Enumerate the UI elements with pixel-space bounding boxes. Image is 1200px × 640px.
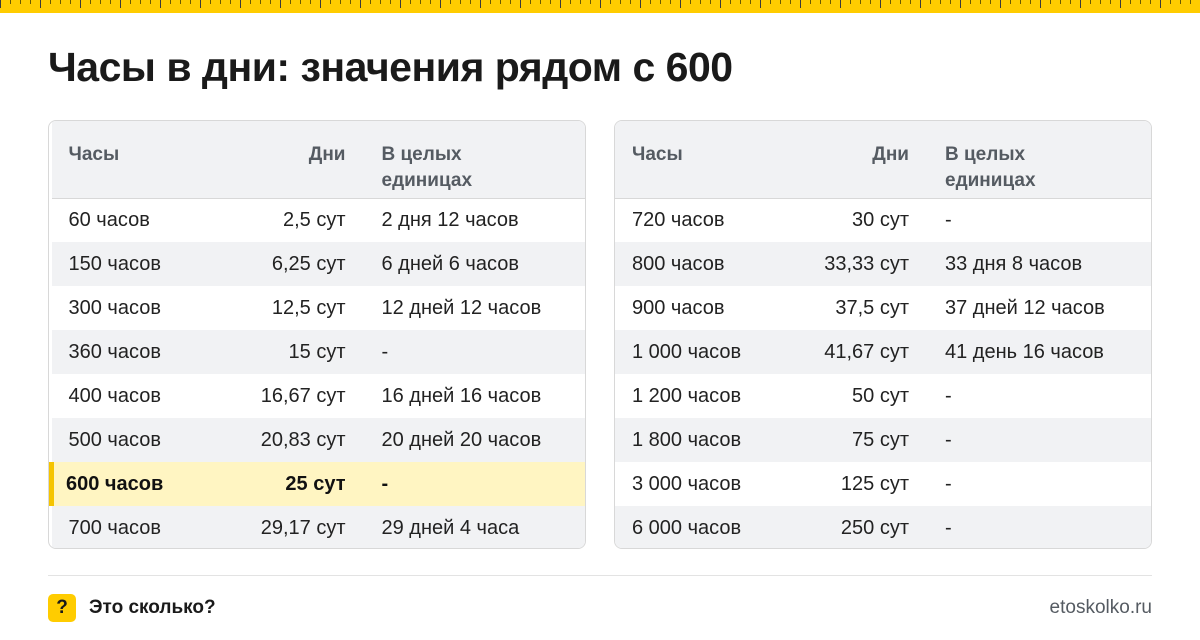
cell-hours: 700 часов [68, 516, 161, 539]
cell-whole: 29 дней 4 часа [381, 516, 520, 539]
column-header-whole: В целых единицах [346, 121, 586, 198]
cell-days: 15 сут [288, 340, 346, 363]
table-row: 300 часов 12,5 сут 12 дней 12 часов [52, 286, 586, 330]
column-header-whole-line2: единицах [381, 170, 473, 191]
footer-divider [48, 575, 1152, 576]
cell-days: 37,5 сут [835, 296, 909, 319]
cell-days: 33,33 сут [824, 252, 909, 275]
cell-whole: - [381, 472, 389, 495]
cell-hours: 300 часов [68, 296, 161, 319]
column-header-hours: Часы [632, 144, 683, 165]
cell-whole: 12 дней 12 часов [381, 296, 542, 319]
cell-whole: 41 день 16 часов [945, 340, 1104, 363]
site-link[interactable]: etoskolko.ru [1050, 597, 1152, 619]
cell-hours: 720 часов [632, 208, 725, 231]
cell-whole: - [945, 208, 952, 231]
table: Часы Дни В целых единицах 720 часов 30 су… [615, 121, 1151, 548]
cell-hours: 600 часов [49, 462, 222, 506]
table-row: 150 часов 6,25 сут 6 дней 6 часов [51, 242, 585, 286]
cell-whole: 33 дня 8 часов [945, 252, 1083, 275]
cell-days: 2,5 сут [282, 208, 346, 231]
cell-whole: 37 дней 12 часов [945, 296, 1105, 319]
column-header-hours: Часы [68, 144, 120, 165]
cell-days: 250 сут [840, 516, 909, 539]
page-title: Часы в дни: значения рядом с 600 [48, 44, 733, 90]
cell-days: 25 сут [285, 472, 346, 495]
table-row-highlighted: 600 часов 25 сут - [49, 462, 585, 506]
cell-hours: 400 часов [68, 384, 161, 407]
table-row: 1 200 часов 50 сут - [615, 374, 1151, 418]
cell-whole: 20 дней 20 часов [381, 428, 542, 451]
cell-days: 29,17 сут [260, 516, 346, 539]
cell-days: 50 сут [852, 384, 909, 407]
question-badge-icon: ? [48, 594, 76, 622]
cell-whole: - [381, 340, 389, 363]
cell-whole: - [945, 384, 952, 407]
cell-days: 16,67 сут [260, 384, 346, 407]
table-row: 400 часов 16,67 сут 16 дней 16 часов [52, 374, 586, 418]
ruler-decoration [0, 0, 1200, 13]
table-row: 700 часов 29,17 сут 29 дней 4 часа [51, 506, 585, 548]
column-header-days: Дни [872, 144, 909, 165]
cell-hours: 800 часов [632, 252, 725, 275]
table-row: 60 часов 2,5 сут 2 дня 12 часов [52, 198, 586, 242]
cell-days: 12,5 сут [271, 296, 346, 319]
cell-days: 41,67 сут [824, 340, 909, 363]
table-header-row: Часы Дни В целых единицах [51, 121, 586, 198]
table-row: 3 000 часов 125 сут - [615, 462, 1151, 506]
cell-whole: 6 дней 6 часов [381, 252, 519, 275]
table-row: 1 800 часов 75 сут - [615, 418, 1151, 462]
column-header-whole-line1: В целых [945, 144, 1026, 165]
cell-days: 6,25 сут [271, 252, 346, 275]
table: Часы Дни В целых единицах 60 часов 2,5 су… [49, 121, 586, 548]
cell-days: 75 сут [852, 428, 909, 451]
cell-days: 20,83 сут [260, 428, 346, 451]
cell-hours: 3 000 часов [632, 472, 742, 495]
table-row: 800 часов 33,33 сут 33 дня 8 часов [615, 242, 1151, 286]
cell-whole: 16 дней 16 часов [381, 384, 542, 407]
cell-days: 125 сут [840, 472, 909, 495]
cell-hours: 1 000 часов [632, 340, 742, 363]
cell-whole: - [945, 428, 952, 451]
column-header-whole: В целых единицах [909, 121, 1151, 198]
table-row: 6 000 часов 250 сут - [615, 506, 1151, 548]
cell-days: 30 сут [852, 208, 909, 231]
cell-hours: 1 800 часов [632, 428, 742, 451]
table-row: 1 000 часов 41,67 сут 41 день 16 часов [615, 330, 1151, 374]
table-row: 900 часов 37,5 сут 37 дней 12 часов [615, 286, 1151, 330]
column-header-days: Дни [308, 144, 346, 165]
cell-whole: - [945, 472, 952, 495]
table-row: 720 часов 30 сут - [615, 198, 1151, 242]
cell-hours: 150 часов [68, 252, 161, 275]
cell-hours: 500 часов [68, 428, 161, 451]
column-header-whole-line1: В целых [381, 144, 462, 165]
column-header-whole-line2: единицах [945, 170, 1036, 191]
brand-label: Это сколько? [89, 597, 216, 618]
cell-hours: 900 часов [632, 296, 725, 319]
cell-whole: 2 дня 12 часов [381, 208, 519, 231]
conversion-table-left: Часы Дни В целых единицах 60 часов 2,5 су… [48, 120, 586, 549]
conversion-table-right: Часы Дни В целых единицах 720 часов 30 су… [614, 120, 1152, 549]
cell-whole: - [945, 516, 952, 539]
cell-hours: 360 часов [68, 340, 161, 363]
table-row: 360 часов 15 сут - [51, 330, 585, 374]
cell-hours: 6 000 часов [632, 516, 742, 539]
cell-hours: 1 200 часов [632, 384, 742, 407]
table-row: 500 часов 20,83 сут 20 дней 20 часов [51, 418, 585, 462]
cell-hours: 60 часов [68, 208, 150, 231]
table-header-row: Часы Дни В целых единицах [615, 121, 1151, 198]
